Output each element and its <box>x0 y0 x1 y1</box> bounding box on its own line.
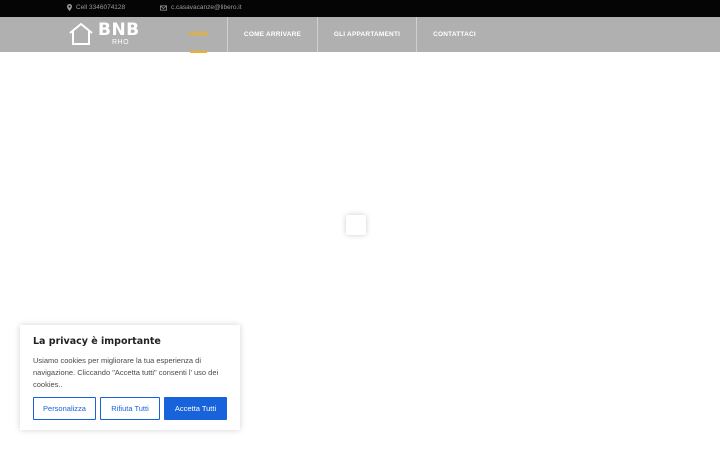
site-logo[interactable]: BNB RHO <box>68 22 140 48</box>
email-contact[interactable]: c.casavacanze@libero.it <box>160 4 242 11</box>
nav-gli-appartamenti[interactable]: GLI APPARTAMENTI <box>317 17 416 52</box>
nav-come-arrivare[interactable]: COME ARRIVARE <box>227 17 317 52</box>
nav-home[interactable]: HOME <box>170 17 227 53</box>
cookie-text: Usiamo cookies per migliorare la tua esp… <box>33 356 219 389</box>
cookie-consent-banner: La privacy è importante Usiamo cookies p… <box>20 325 240 430</box>
envelope-icon <box>160 5 167 11</box>
cookie-title: La privacy è importante <box>33 336 161 347</box>
map-pin-icon <box>67 4 72 11</box>
logo-title: BNB <box>98 20 140 40</box>
email-text: c.casavacanze@libero.it <box>171 4 242 11</box>
phone-contact[interactable]: Cell 3346074128 <box>67 4 125 11</box>
main-navbar: BNB RHO HOME COME ARRIVARE GLI APPARTAME… <box>0 17 720 53</box>
logo-subtitle: RHO <box>112 39 130 46</box>
cookie-buttons: Personalizza Rifiuta Tutti Accetta Tutti <box>33 397 227 420</box>
main-menu: HOME COME ARRIVARE GLI APPARTAMENTI CONT… <box>170 17 492 53</box>
page-loader <box>346 215 366 235</box>
top-contact-bar: Cell 3346074128 c.casavacanze@libero.it <box>0 0 720 17</box>
reject-all-button[interactable]: Rifiuta Tutti <box>100 397 160 420</box>
phone-text: Cell 3346074128 <box>76 4 126 11</box>
house-outline-icon <box>68 22 94 51</box>
accept-all-button[interactable]: Accetta Tutti <box>164 397 227 420</box>
nav-contattaci[interactable]: CONTATTACI <box>416 17 492 52</box>
customize-button[interactable]: Personalizza <box>33 397 96 420</box>
